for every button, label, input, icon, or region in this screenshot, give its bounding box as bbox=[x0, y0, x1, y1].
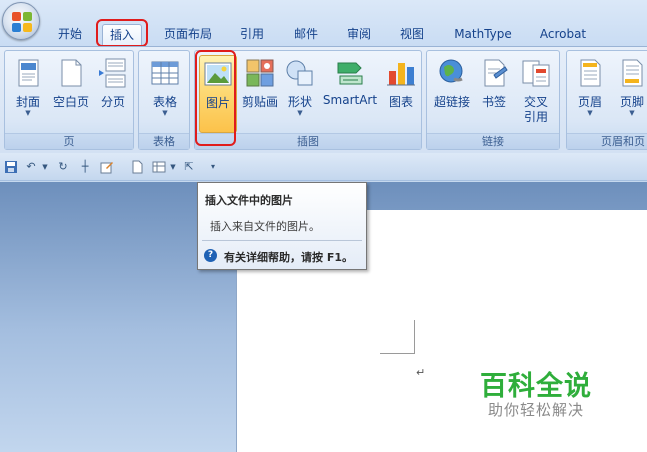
group-tables-label: 表格 bbox=[139, 133, 189, 149]
ribbon-tab-bar: 开始 插入 页面布局 引用 邮件 审阅 视图 MathType Acrobat bbox=[0, 0, 647, 46]
insert-picture-button[interactable]: 图片 bbox=[199, 55, 237, 133]
tooltip-help-text: 有关详细帮助，请按 F1。 bbox=[224, 251, 353, 264]
group-header-footer-label: 页眉和页 bbox=[567, 133, 647, 149]
office-logo-icon bbox=[12, 12, 32, 32]
tab-home[interactable]: 开始 bbox=[50, 24, 90, 46]
header-icon bbox=[580, 59, 601, 87]
smartart-icon bbox=[337, 62, 363, 85]
smartart-button[interactable]: SmartArt bbox=[319, 55, 381, 129]
insert-picture-tooltip: 插入文件中的图片 插入来自文件的图片。 ? 有关详细帮助，请按 F1。 bbox=[197, 182, 367, 270]
paragraph-mark: ↵ bbox=[416, 366, 426, 379]
watermark-title: 百科全说 bbox=[480, 371, 592, 402]
tab-mathtype[interactable]: MathType bbox=[446, 24, 520, 46]
bookmark-button[interactable]: 书签 bbox=[475, 55, 513, 129]
picture-icon bbox=[204, 62, 232, 86]
tab-references[interactable]: 引用 bbox=[232, 24, 272, 46]
tooltip-body: 插入来自文件的图片。 bbox=[210, 220, 320, 233]
undo-icon[interactable]: ↶ bbox=[24, 160, 38, 174]
chevron-down-icon: ▼ bbox=[629, 109, 635, 117]
footer-label: 页脚 bbox=[619, 95, 644, 109]
group-links: 超链接 书签 交叉 引用 链接 bbox=[426, 50, 560, 150]
page-break-label: 分页 bbox=[100, 95, 125, 109]
quick-access-toolbar: ↶ ▼ ↻ ┼ ▼ ⇱ ▾ bbox=[0, 153, 647, 181]
group-pages-label: 页 bbox=[5, 133, 133, 149]
cover-page-label: 封面 bbox=[15, 95, 40, 109]
edit-icon[interactable] bbox=[100, 160, 114, 174]
redo-icon[interactable]: ↻ bbox=[56, 160, 70, 174]
tab-review[interactable]: 审阅 bbox=[339, 24, 379, 46]
new-document-icon[interactable] bbox=[130, 160, 144, 174]
group-links-label: 链接 bbox=[427, 133, 559, 149]
office-button[interactable] bbox=[2, 2, 40, 40]
chart-icon bbox=[387, 63, 415, 86]
group-illustrations-label: 插图 bbox=[195, 133, 421, 149]
chart-label: 图表 bbox=[388, 95, 413, 109]
tooltip-title: 插入文件中的图片 bbox=[205, 194, 293, 207]
draw-table-icon[interactable]: ┼ bbox=[78, 160, 92, 174]
tooltip-divider bbox=[202, 240, 362, 241]
page-break-icon bbox=[99, 58, 126, 88]
group-header-footer: 页眉 ▼ 页脚 ▼ 页眉和页 bbox=[566, 50, 647, 150]
hyperlink-button[interactable]: 超链接 bbox=[430, 55, 474, 129]
group-tables: 表格 ▼ 表格 bbox=[138, 50, 190, 150]
tab-view[interactable]: 视图 bbox=[392, 24, 432, 46]
select-cursor-icon[interactable]: ⇱ bbox=[182, 160, 196, 174]
chevron-down-icon[interactable]: ▼ bbox=[166, 160, 180, 174]
chevron-down-icon: ▼ bbox=[25, 109, 31, 117]
margin-marker-vertical bbox=[414, 320, 415, 354]
header-button[interactable]: 页眉 ▼ bbox=[570, 55, 610, 129]
chevron-down-icon: ▼ bbox=[297, 109, 303, 117]
chevron-down-icon: ▼ bbox=[162, 109, 168, 117]
chart-button[interactable]: 图表 bbox=[383, 55, 419, 129]
shapes-button[interactable]: 形状 ▼ bbox=[283, 55, 317, 129]
cross-reference-button[interactable]: 交叉 引用 bbox=[515, 55, 557, 129]
group-pages: 封面 ▼ 空白页 分页 页 bbox=[4, 50, 134, 150]
chevron-down-icon: ▼ bbox=[587, 109, 593, 117]
table-insert-icon[interactable] bbox=[152, 160, 166, 174]
tab-page-layout[interactable]: 页面布局 bbox=[156, 24, 220, 46]
hyperlink-icon bbox=[439, 59, 463, 83]
bookmark-label: 书签 bbox=[481, 95, 506, 109]
tab-acrobat[interactable]: Acrobat bbox=[532, 24, 594, 46]
header-label: 页眉 bbox=[577, 95, 602, 109]
blank-page-button[interactable]: 空白页 bbox=[49, 55, 93, 129]
table-icon bbox=[151, 61, 179, 85]
clip-art-button[interactable]: 剪贴画 bbox=[239, 55, 281, 129]
bookmark-icon bbox=[484, 59, 508, 87]
cross-reference-label-line2: 引用 bbox=[523, 110, 548, 124]
table-label: 表格 bbox=[152, 95, 177, 109]
hyperlink-label: 超链接 bbox=[433, 95, 470, 109]
tab-mailings[interactable]: 邮件 bbox=[286, 24, 326, 46]
chevron-down-icon[interactable]: ▼ bbox=[38, 160, 52, 174]
cross-reference-icon bbox=[522, 60, 550, 87]
margin-marker-horizontal bbox=[380, 353, 415, 354]
watermark-subtitle: 助你轻松解决 bbox=[488, 401, 585, 419]
clip-art-icon bbox=[246, 59, 274, 87]
tab-insert[interactable]: 插入 bbox=[102, 24, 142, 46]
cover-page-icon bbox=[18, 59, 39, 87]
group-illustrations: 图片 剪贴画 形状 ▼ SmartArt 图表 插图 bbox=[194, 50, 422, 150]
blank-page-icon bbox=[61, 59, 82, 87]
table-button[interactable]: 表格 ▼ bbox=[143, 55, 187, 129]
footer-button[interactable]: 页脚 ▼ bbox=[612, 55, 647, 129]
page-break-button[interactable]: 分页 bbox=[93, 55, 133, 129]
shapes-icon bbox=[286, 60, 313, 86]
clip-art-label: 剪贴画 bbox=[241, 95, 278, 109]
cover-page-button[interactable]: 封面 ▼ bbox=[8, 55, 48, 129]
smartart-label: SmartArt bbox=[322, 93, 378, 107]
footer-icon bbox=[622, 59, 643, 87]
insert-picture-label: 图片 bbox=[205, 96, 230, 110]
customize-toolbar-icon[interactable]: ▾ bbox=[206, 160, 220, 174]
save-icon[interactable] bbox=[4, 160, 18, 174]
help-icon: ? bbox=[204, 249, 217, 262]
blank-page-label: 空白页 bbox=[52, 95, 89, 109]
shapes-label: 形状 bbox=[287, 95, 312, 109]
